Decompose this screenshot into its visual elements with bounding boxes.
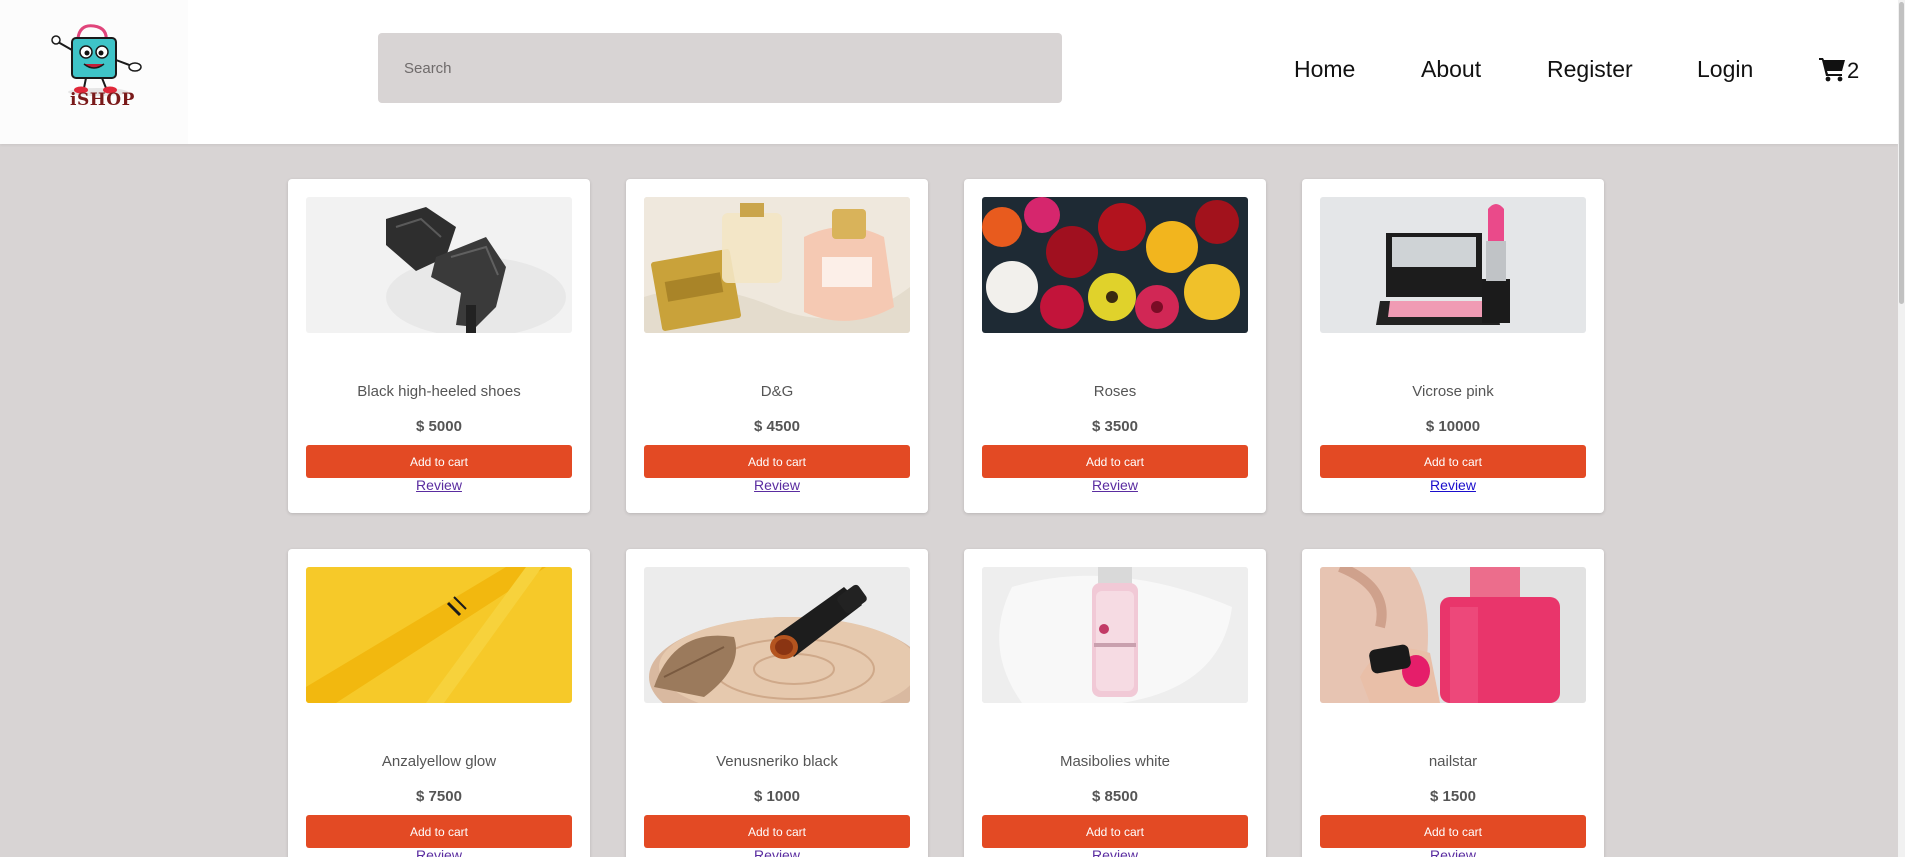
nav-login-link[interactable]: Login — [1697, 56, 1753, 83]
product-image[interactable] — [644, 197, 910, 333]
product-price: $ 3500 — [1092, 418, 1138, 435]
nail-polish-image — [1320, 567, 1586, 703]
review-link[interactable]: Review — [1302, 847, 1604, 857]
review-link[interactable]: Review — [626, 477, 928, 493]
product-price: $ 7500 — [416, 788, 462, 805]
product-image[interactable] — [306, 197, 572, 333]
product-card: Roses $ 3500 Add to cart Review — [964, 179, 1266, 513]
product-name: D&G — [760, 383, 794, 400]
review-link[interactable]: Review — [626, 847, 928, 857]
rose-bouquet-image — [982, 197, 1248, 333]
product-price: $ 8500 — [1092, 788, 1138, 805]
shopping-cart-icon — [1819, 58, 1845, 82]
product-price: $ 1500 — [1430, 788, 1476, 805]
site-header: iSHOP Home About Register Login 2 — [0, 0, 1898, 144]
black-boots-image — [306, 197, 572, 333]
product-grid: Black high-heeled shoes $ 5000 Add to ca… — [288, 179, 1604, 857]
white-serum-bottle-image — [982, 567, 1248, 703]
review-link[interactable]: Review — [288, 847, 590, 857]
product-name: Vicrose pink — [1412, 383, 1494, 400]
add-to-cart-button[interactable]: Add to cart — [306, 815, 572, 848]
add-to-cart-button[interactable]: Add to cart — [644, 445, 910, 478]
product-card: Venusneriko black $ 1000 Add to cart Rev… — [626, 549, 928, 857]
add-to-cart-button[interactable]: Add to cart — [982, 445, 1248, 478]
review-link[interactable]: Review — [964, 477, 1266, 493]
nav-register-link[interactable]: Register — [1547, 56, 1633, 83]
product-name: nailstar — [1428, 753, 1478, 770]
review-link[interactable]: Review — [964, 847, 1266, 857]
product-card: Black high-heeled shoes $ 5000 Add to ca… — [288, 179, 590, 513]
product-card: nailstar $ 1500 Add to cart Review — [1302, 549, 1604, 857]
cart-count-badge: 2 — [1847, 58, 1860, 83]
yellow-pen-image — [306, 567, 572, 703]
review-link[interactable]: Review — [288, 477, 590, 493]
logo[interactable]: iSHOP — [0, 0, 188, 144]
product-price: $ 10000 — [1425, 418, 1481, 435]
logo-wordmark: iSHOP — [70, 90, 135, 110]
scrollbar-thumb[interactable] — [1899, 2, 1904, 304]
product-name: Masibolies white — [1059, 753, 1171, 770]
product-image[interactable] — [644, 567, 910, 703]
product-price: $ 5000 — [416, 418, 462, 435]
product-image[interactable] — [982, 567, 1248, 703]
shopping-bag-mascot-icon — [51, 24, 142, 96]
perfume-bottles-image — [644, 197, 910, 333]
product-card: Masibolies white $ 8500 Add to cart Revi… — [964, 549, 1266, 857]
nav-home-link[interactable]: Home — [1294, 56, 1355, 83]
product-name: Roses — [1093, 383, 1137, 400]
product-image[interactable] — [306, 567, 572, 703]
product-price: $ 4500 — [754, 418, 800, 435]
review-link[interactable]: Review — [1302, 477, 1604, 493]
add-to-cart-button[interactable]: Add to cart — [1320, 815, 1586, 848]
add-to-cart-button[interactable]: Add to cart — [982, 815, 1248, 848]
nav-about-link[interactable]: About — [1421, 56, 1481, 83]
add-to-cart-button[interactable]: Add to cart — [1320, 445, 1586, 478]
product-name: Black high-heeled shoes — [357, 383, 521, 400]
product-name: Venusneriko black — [716, 753, 838, 770]
product-image[interactable] — [982, 197, 1248, 333]
product-price: $ 1000 — [754, 788, 800, 805]
black-lipstick-image — [644, 567, 910, 703]
pink-lipstick-image — [1320, 197, 1586, 333]
product-card: Anzalyellow glow $ 7500 Add to cart Revi… — [288, 549, 590, 857]
product-card: Vicrose pink $ 10000 Add to cart Review — [1302, 179, 1604, 513]
search-input[interactable] — [378, 33, 1062, 103]
product-name: Anzalyellow glow — [381, 753, 497, 770]
product-image[interactable] — [1320, 567, 1586, 703]
add-to-cart-button[interactable]: Add to cart — [306, 445, 572, 478]
product-image[interactable] — [1320, 197, 1586, 333]
product-card: D&G $ 4500 Add to cart Review — [626, 179, 928, 513]
cart-button[interactable]: 2 — [1818, 50, 1859, 82]
add-to-cart-button[interactable]: Add to cart — [644, 815, 910, 848]
